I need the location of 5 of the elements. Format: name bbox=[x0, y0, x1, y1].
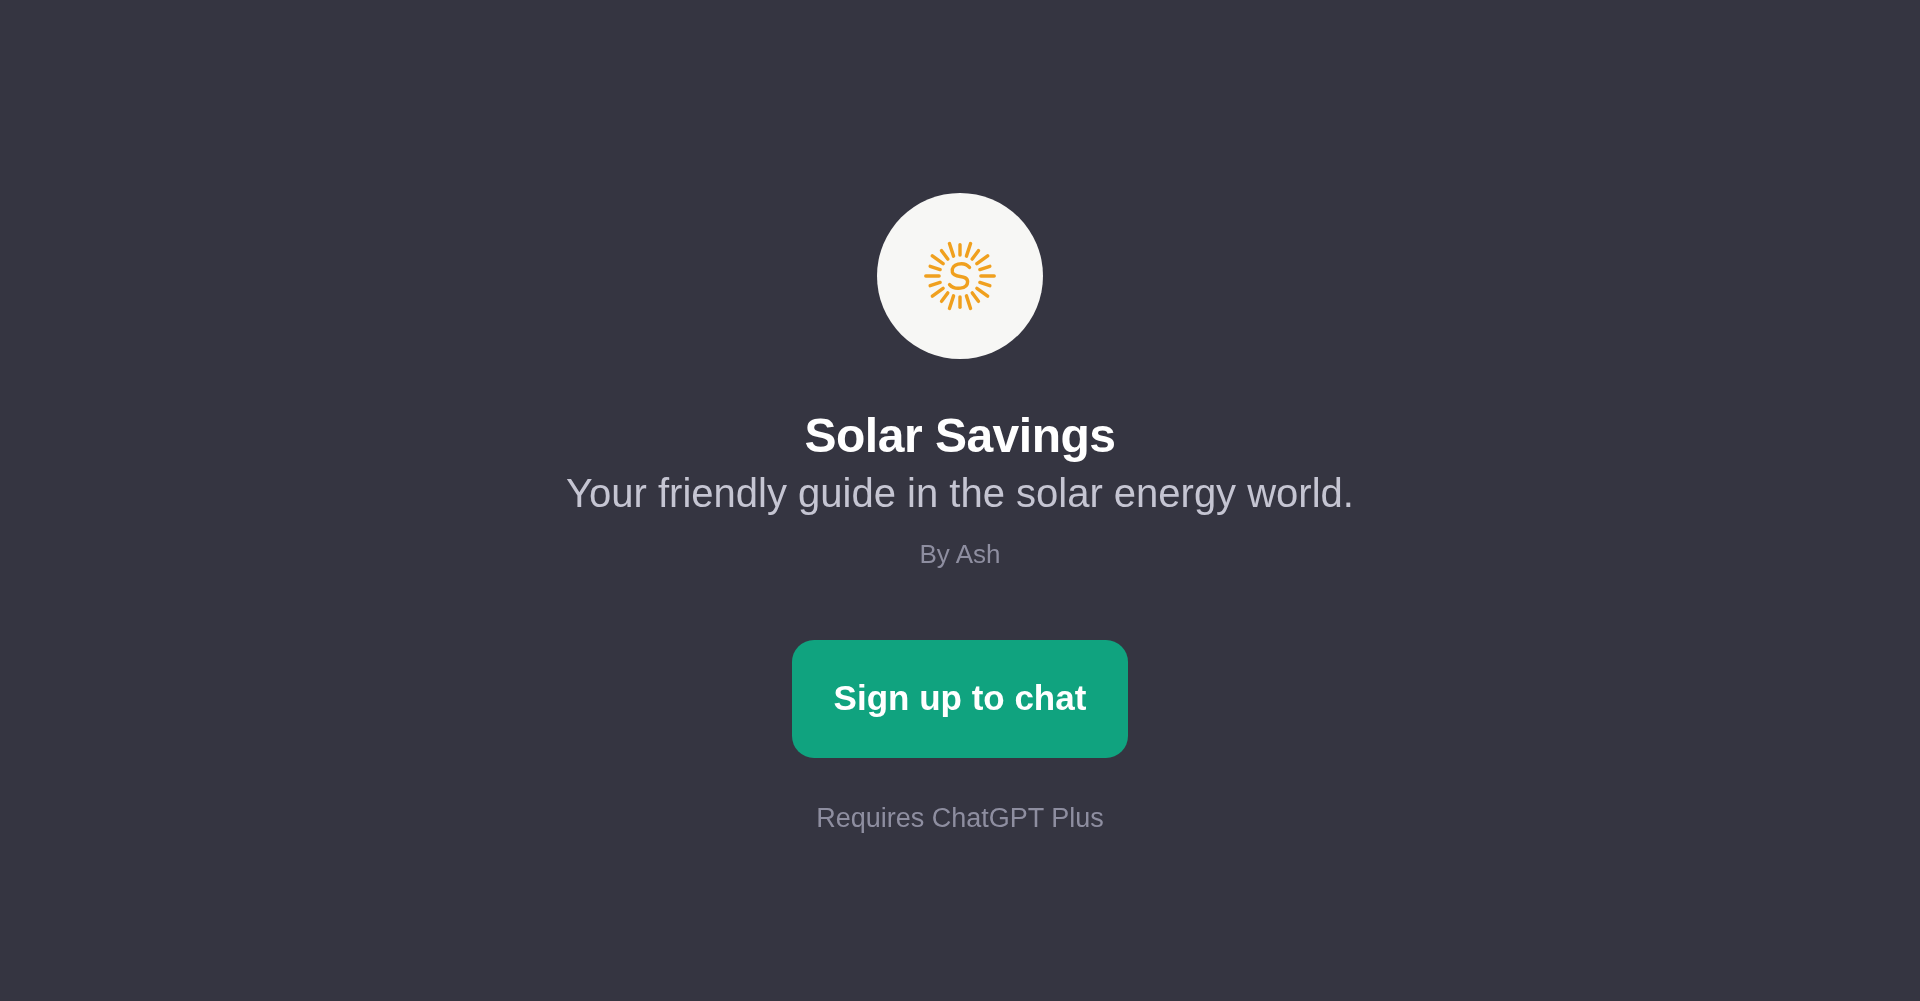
author-text: By Ash bbox=[919, 537, 1001, 571]
requirement-note: Requires ChatGPT Plus bbox=[816, 801, 1104, 835]
sign-up-button[interactable]: Sign up to chat bbox=[792, 639, 1128, 758]
app-title: Solar Savings bbox=[804, 408, 1116, 464]
app-description: Your friendly guide in the solar energy world. bbox=[566, 469, 1354, 517]
